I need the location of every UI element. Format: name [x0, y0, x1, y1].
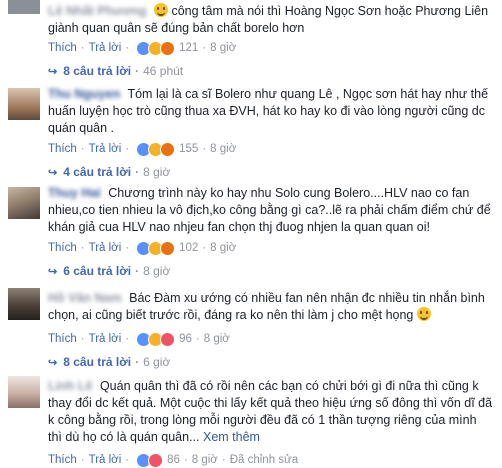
avatar[interactable] — [8, 88, 40, 120]
separator: · — [80, 242, 85, 254]
replies-count[interactable]: 4 câu trả lời — [63, 165, 131, 179]
reply-button[interactable]: Trả lời — [89, 143, 122, 155]
like-button[interactable]: Thích — [48, 42, 77, 54]
like-button[interactable]: Thích — [48, 333, 77, 345]
commenter-name[interactable]: Thu Nguyen — [48, 87, 120, 101]
like-button[interactable]: Thích — [48, 143, 77, 155]
reactions[interactable] — [136, 40, 176, 56]
comment-time[interactable]: 8 giờ — [192, 454, 218, 466]
separator: · — [202, 143, 207, 155]
comment-time[interactable]: 8 giờ — [204, 333, 230, 345]
reply-arrow-icon: ↪ — [48, 65, 58, 78]
replies-time: 8 giờ — [143, 165, 171, 179]
comment-body: Hồ Văn Nam Bác Đàm xu ướng có nhiều fan … — [48, 290, 493, 324]
separator: · — [80, 143, 85, 155]
view-replies-link[interactable]: ↪ 8 câu trả lời · 46 phút — [48, 63, 183, 79]
reaction-count: 86 — [167, 454, 180, 466]
like-button[interactable]: Thích — [48, 454, 77, 466]
avatar[interactable] — [8, 0, 40, 14]
commenter-name[interactable]: Thuy Hai — [48, 186, 101, 200]
comment-actions: Thích · Trả lời · 86 · 8 giờ · Đã chỉnh … — [48, 452, 298, 468]
replies-count[interactable]: 8 câu trả lời — [63, 64, 131, 78]
reply-button[interactable]: Trả lời — [89, 242, 122, 254]
separator: · — [135, 355, 140, 369]
separator: · — [195, 333, 200, 345]
replies-time: 6 giờ — [143, 355, 171, 369]
replies-time: 46 phút — [143, 64, 184, 78]
reactions[interactable] — [136, 141, 176, 157]
commenter-name[interactable]: Lê Nhất Phương — [48, 4, 147, 18]
commenter-name[interactable]: Hồ Văn Nam — [48, 291, 122, 305]
commenter-name[interactable]: Linh Lê — [48, 379, 92, 393]
love-reaction-icon — [160, 331, 176, 347]
separator: · — [135, 165, 140, 179]
comment-body: Thu Nguyen Tóm lại là ca sĩ Bolero như q… — [48, 86, 493, 137]
reply-arrow-icon: ↪ — [48, 166, 58, 179]
comment-actions: Thích · Trả lời · 155 · 8 giờ — [48, 141, 236, 157]
comment-body: Linh Lê Quán quân thì đã có rồi nên các … — [48, 378, 493, 446]
smile-emoji-icon — [153, 3, 168, 17]
reaction-count: 102 — [179, 242, 199, 254]
angry-reaction-icon — [160, 240, 176, 256]
smile-emoji-icon — [416, 307, 431, 321]
edited-label[interactable]: Đã chỉnh sửa — [230, 454, 298, 466]
comment-actions: Thích · Trả lời · 121 · 8 giờ — [48, 40, 236, 56]
avatar[interactable] — [8, 288, 40, 320]
reactions[interactable] — [136, 240, 176, 256]
replies-count[interactable]: 8 câu trả lời — [63, 355, 131, 369]
comment-body: Thuy Hai Chương trình này ko hay nhu Sol… — [48, 185, 493, 236]
comment-body: Lê Nhất Phương công tâm mà nói thì Hoàng… — [48, 3, 493, 37]
separator: · — [80, 333, 85, 345]
reaction-count: 155 — [179, 143, 199, 155]
separator: · — [125, 143, 130, 155]
reactions[interactable] — [136, 452, 164, 468]
avatar[interactable] — [8, 376, 40, 408]
separator: · — [125, 454, 130, 466]
separator: · — [125, 333, 130, 345]
separator: · — [202, 242, 207, 254]
comment-time[interactable]: 8 giờ — [210, 42, 236, 54]
comment-actions: Thích · Trả lời · 96 · 8 giờ — [48, 331, 230, 347]
separator: · — [135, 264, 140, 278]
angry-reaction-icon — [160, 40, 176, 56]
separator: · — [80, 42, 85, 54]
separator: · — [125, 242, 130, 254]
separator: · — [135, 64, 140, 78]
like-button[interactable]: Thích — [48, 242, 77, 254]
separator: · — [183, 454, 188, 466]
separator: · — [202, 42, 207, 54]
separator: · — [221, 454, 226, 466]
comment-time[interactable]: 8 giờ — [210, 143, 236, 155]
reply-arrow-icon: ↪ — [48, 356, 58, 369]
view-replies-link[interactable]: ↪ 6 câu trả lời · 8 giờ — [48, 263, 170, 279]
separator: · — [80, 454, 85, 466]
reaction-count: 96 — [179, 333, 192, 345]
angry-reaction-icon — [160, 141, 176, 157]
reply-button[interactable]: Trả lời — [89, 333, 122, 345]
replies-count[interactable]: 6 câu trả lời — [63, 264, 131, 278]
reactions[interactable] — [136, 331, 176, 347]
see-more-link[interactable]: Xem thêm — [203, 430, 260, 444]
view-replies-link[interactable]: ↪ 8 câu trả lời · 6 giờ — [48, 354, 170, 370]
replies-time: 8 giờ — [143, 264, 171, 278]
comment-actions: Thích · Trả lời · 102 · 8 giờ — [48, 240, 236, 256]
comment-time[interactable]: 8 giờ — [210, 242, 236, 254]
avatar[interactable] — [8, 187, 40, 219]
love-reaction-icon — [148, 452, 164, 468]
reply-arrow-icon: ↪ — [48, 265, 58, 278]
comment-text: Chương trình này ko hay nhu Solo cung Bo… — [48, 186, 491, 234]
reply-button[interactable]: Trả lời — [89, 42, 122, 54]
reply-button[interactable]: Trả lời — [89, 454, 122, 466]
view-replies-link[interactable]: ↪ 4 câu trả lời · 8 giờ — [48, 164, 170, 180]
reaction-count: 121 — [179, 42, 199, 54]
comment-text: Quán quân thì đã có rồi nên các bạn có c… — [48, 379, 493, 444]
separator: · — [125, 42, 130, 54]
